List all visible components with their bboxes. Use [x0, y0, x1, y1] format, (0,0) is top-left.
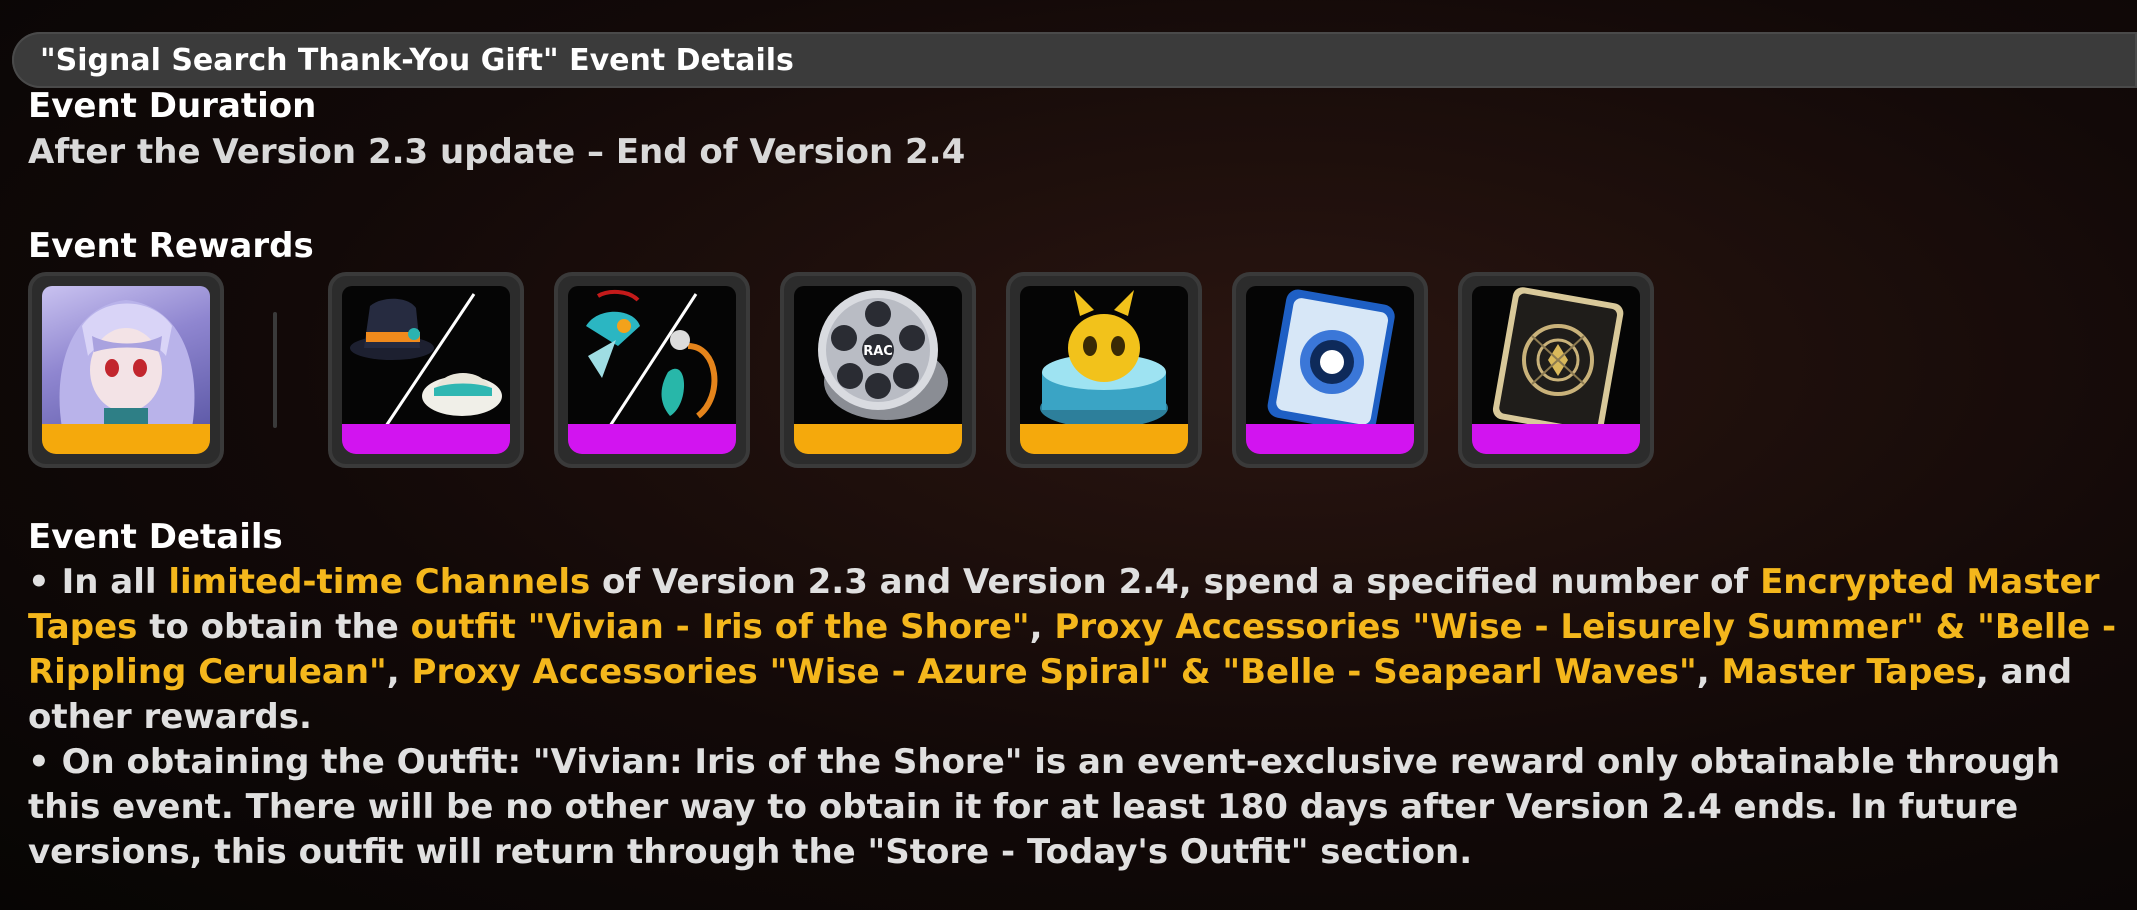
event-title-bar: "Signal Search Thank-You Gift" Event Det… — [12, 32, 2137, 88]
reward-vivian-outfit[interactable] — [28, 272, 224, 468]
details-text: , — [1696, 652, 1722, 692]
bangboo-icon — [1020, 286, 1188, 428]
details-text: , — [386, 652, 412, 692]
details-text: • In all — [28, 562, 169, 602]
rarity-bar — [794, 424, 962, 454]
accessories-icon — [568, 286, 736, 428]
reward-proxy-hats[interactable] — [328, 272, 524, 468]
vivian-portrait-icon — [42, 286, 210, 428]
duration-heading: Event Duration — [28, 86, 317, 126]
blue-card-icon — [1246, 286, 1414, 428]
details-heading: Event Details — [28, 517, 283, 557]
details-paragraph-1: • In all limited-time Channels of Versio… — [28, 560, 2118, 740]
reward-proxy-accessories[interactable] — [554, 272, 750, 468]
page-title: "Signal Search Thank-You Gift" Event Det… — [40, 43, 794, 78]
hats-icon — [342, 286, 510, 428]
rarity-bar — [1020, 424, 1188, 454]
rarity-bar — [568, 424, 736, 454]
rarity-bar — [1472, 424, 1640, 454]
details-text: of Version 2.3 and Version 2.4, spend a … — [590, 562, 1761, 602]
highlight-vivian-outfit: outfit "Vivian - Iris of the Shore" — [410, 607, 1030, 647]
details-text: to obtain the — [137, 607, 411, 647]
highlight-limited-time-channels: limited-time Channels — [168, 562, 591, 602]
reward-blue-card[interactable] — [1232, 272, 1428, 468]
rarity-bar — [342, 424, 510, 454]
duration-text: After the Version 2.3 update – End of Ve… — [28, 132, 966, 172]
film-reel-icon: RAC — [794, 286, 962, 428]
highlight-proxy-accessories-azure: Proxy Accessories "Wise - Azure Spiral" … — [411, 652, 1697, 692]
rewards-heading: Event Rewards — [28, 226, 314, 266]
rarity-bar — [42, 424, 210, 454]
rewards-divider — [273, 312, 277, 428]
details-text: , — [1029, 607, 1055, 647]
svg-text:RAC: RAC — [863, 344, 893, 359]
details-paragraph-2: • On obtaining the Outfit: "Vivian: Iris… — [28, 742, 2061, 872]
rewards-row: RAC — [28, 272, 1668, 472]
reward-black-card[interactable] — [1458, 272, 1654, 468]
black-card-icon — [1472, 286, 1640, 428]
rarity-bar — [1246, 424, 1414, 454]
reward-bangboo-token[interactable] — [1006, 272, 1202, 468]
reward-master-tapes[interactable]: RAC — [780, 272, 976, 468]
details-body: • In all limited-time Channels of Versio… — [28, 560, 2118, 875]
highlight-master-tapes: Master Tapes — [1721, 652, 1976, 692]
